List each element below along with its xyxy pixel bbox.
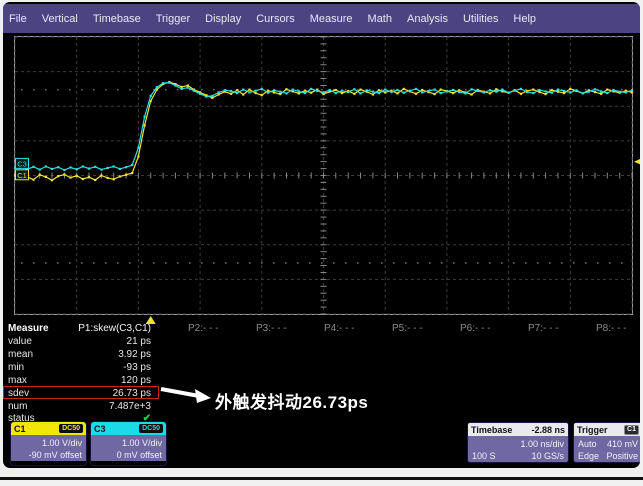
menu-bar: File Vertical Timebase Trigger Display Cursor…	[3, 4, 640, 33]
measure-p1-header[interactable]: P1:skew(C3,C1)	[36, 322, 151, 335]
measure-p1-min: -93 ps	[36, 361, 151, 374]
annotation-arrow-icon	[159, 384, 215, 406]
trigger-source-badge: C1	[624, 425, 639, 435]
channel-c1-descriptor[interactable]: C1 DC50 1.00 V/div -90 mV offset	[10, 421, 87, 466]
channel-c3-offset: 0 mV offset	[95, 449, 162, 461]
bottom-divider	[0, 477, 643, 480]
measure-p7-header[interactable]: P7:- - -	[528, 322, 582, 335]
trigger-slope: Positive	[606, 450, 638, 462]
trigger-mode: Auto	[578, 438, 597, 450]
menu-item-math[interactable]: Math	[368, 13, 392, 25]
measure-label-value: value	[8, 335, 32, 348]
svg-text:C3: C3	[17, 159, 27, 168]
menu-item-vertical[interactable]: Vertical	[42, 13, 78, 25]
svg-text:C1: C1	[17, 171, 27, 180]
timebase-delay: -2.88 ns	[531, 425, 565, 435]
timebase-samples: 100 S	[472, 450, 496, 462]
channel-c3-scale: 1.00 V/div	[95, 437, 162, 449]
channel-tag-c3[interactable]: C3	[16, 158, 29, 168]
menu-item-measure[interactable]: Measure	[310, 13, 353, 25]
menu-item-trigger[interactable]: Trigger	[156, 13, 190, 25]
menu-item-analysis[interactable]: Analysis	[407, 13, 448, 25]
channel-c1-coupling-badge: DC50	[59, 424, 83, 433]
channel-c3-label: C3	[94, 424, 106, 434]
menu-item-cursors[interactable]: Cursors	[256, 13, 295, 25]
measure-p6-header[interactable]: P6:- - -	[460, 322, 514, 335]
waveform-grid: C3C1	[14, 36, 633, 315]
measure-p2-header[interactable]: P2:- - -	[188, 322, 242, 335]
menu-item-display[interactable]: Display	[205, 13, 241, 25]
menu-item-utilities[interactable]: Utilities	[463, 13, 498, 25]
measure-p4-header[interactable]: P4:- - -	[324, 322, 378, 335]
page-background: File Vertical Timebase Trigger Display Cursor…	[0, 0, 643, 486]
waveform-plot: C3C1	[15, 37, 632, 314]
channel-tag-c1[interactable]: C1	[16, 170, 29, 180]
trigger-label: Trigger	[577, 425, 608, 435]
measure-p1-value: 21 ps	[36, 335, 151, 348]
channel-c1-label: C1	[14, 424, 26, 434]
timebase-rate: 10 GS/s	[531, 450, 564, 462]
waveform-c1	[14, 81, 633, 181]
timebase-label: Timebase	[471, 425, 512, 435]
measure-p1-mean: 3.92 ps	[36, 348, 151, 361]
channel-c3-descriptor[interactable]: C3 DC50 1.00 V/div 0 mV offset	[90, 421, 167, 466]
jitter-annotation-text: 外触发抖动26.73ps	[215, 388, 368, 413]
measure-p5-header[interactable]: P5:- - -	[392, 322, 446, 335]
trigger-level: 410 mV	[607, 438, 638, 450]
measure-label-min: min	[8, 361, 24, 374]
scope-screen: File Vertical Timebase Trigger Display Cursor…	[3, 2, 640, 468]
channel-c1-offset: -90 mV offset	[15, 449, 82, 461]
channel-c3-coupling-badge: DC50	[139, 424, 163, 433]
channel-c1-scale: 1.00 V/div	[15, 437, 82, 449]
menu-item-timebase[interactable]: Timebase	[93, 13, 141, 25]
menu-item-help[interactable]: Help	[513, 13, 536, 25]
trigger-type: Edge	[578, 450, 599, 462]
measure-label-mean: mean	[8, 348, 33, 361]
trigger-descriptor[interactable]: Trigger C1 Auto 410 mV Edge Positive	[573, 422, 640, 463]
timebase-scale: 1.00 ns/div	[472, 438, 564, 450]
measure-panel: Measure valuemeanminmaxsdevnumstatus P1:…	[3, 318, 640, 430]
timebase-descriptor[interactable]: Timebase -2.88 ns 1.00 ns/div 100 S 10 G…	[467, 422, 569, 463]
measure-p3-header[interactable]: P3:- - -	[256, 322, 310, 335]
menu-item-file[interactable]: File	[9, 13, 27, 25]
sdev-highlight-box	[3, 386, 159, 399]
measure-p8-header[interactable]: P8:- - -	[596, 322, 640, 335]
trigger-level-marker-icon[interactable]	[634, 157, 640, 167]
